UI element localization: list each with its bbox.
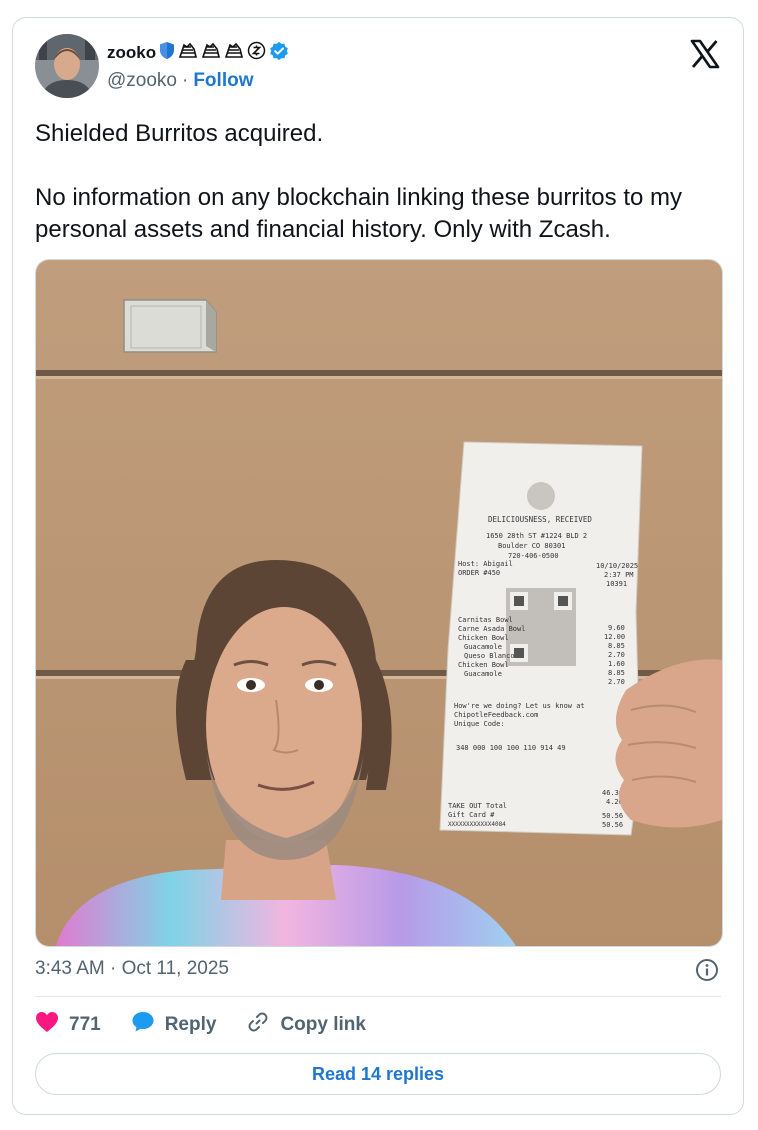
receipt-city: Boulder CO 80301 (498, 542, 565, 550)
avatar[interactable] (35, 34, 99, 98)
receipt-gift-number: XXXXXXXXXXXX4084 (448, 821, 506, 828)
reply-label: Reply (164, 1014, 217, 1035)
receipt-item-price: 2.70 (608, 678, 625, 686)
display-name[interactable]: zooko (107, 43, 156, 63)
photo-illustration: DELICIOUSNESS, RECEIVED 1650 28th ST #12… (36, 260, 722, 946)
receipt-order: ORDER #450 (458, 569, 500, 577)
heart-icon (35, 1011, 69, 1039)
tweet-line: Shielded Burritos acquired. (35, 120, 324, 147)
tweet-photo[interactable]: DELICIOUSNESS, RECEIVED 1650 28th ST #12… (35, 259, 723, 947)
divider (35, 996, 721, 997)
receipt-header: DELICIOUSNESS, RECEIVED (488, 515, 592, 524)
receipt-item-name: Chicken Bowl (458, 661, 509, 669)
follow-button[interactable]: Follow (193, 70, 253, 91)
zebra-emoji-icon (178, 41, 198, 66)
receipt-item-price: 8.85 (608, 669, 625, 677)
receipt-feedback-line: How're we doing? Let us know at (454, 702, 585, 710)
engagement-bar: 771 Reply Copy link (35, 1010, 396, 1040)
verified-badge-icon (269, 41, 289, 66)
receipt-item-name: Guacamole (464, 643, 502, 651)
receipt-address: 1650 28th ST #1224 BLD 2 (486, 532, 587, 540)
reply-button[interactable]: Reply (131, 1010, 217, 1040)
tweet-line: No information on any blockchain linking… (35, 184, 682, 243)
receipt-item-price: 1.60 (608, 660, 625, 668)
receipt-unique-code: 348 000 100 100 110 914 49 (456, 744, 566, 752)
like-button[interactable]: 771 (35, 1011, 101, 1039)
zcash-logo-icon (247, 41, 266, 65)
receipt-item-name: Queso Blanco (464, 652, 515, 660)
receipt-item-price: 12.00 (604, 633, 625, 641)
link-icon (246, 1010, 280, 1040)
tweet-timestamp[interactable]: 3:43 AM · Oct 11, 2025 (35, 958, 229, 980)
receipt-ticket: 10391 (606, 580, 627, 588)
x-logo-icon[interactable] (689, 38, 721, 70)
receipt-gift-label: Gift Card # (448, 811, 495, 819)
handle-row: @zooko · Follow (107, 70, 253, 92)
receipt-gift-amount: 50.56 (602, 821, 623, 829)
receipt-total: 50.56 (602, 812, 623, 820)
receipt-feedback-line: ChipotleFeedback.com (454, 711, 538, 719)
separator: · (182, 70, 189, 91)
receipt-date: 10/10/2025 (596, 562, 638, 570)
handle[interactable]: @zooko (107, 70, 177, 91)
zebra-emoji-icon (201, 41, 221, 66)
receipt-item-name: Chicken Bowl (458, 634, 509, 642)
shield-icon (159, 41, 175, 65)
copy-link-button[interactable]: Copy link (246, 1010, 366, 1040)
receipt-host: Host: Abigail (458, 560, 513, 568)
receipt-item-name: Guacamole (464, 670, 502, 678)
tweet-embed-card: zooko @zooko · Follow Shielded Burritos ac… (12, 17, 744, 1115)
receipt-time: 2:37 PM (604, 571, 634, 579)
receipt-item-name: Carnitas Bowl (458, 616, 513, 624)
tweet-text: Shielded Burritos acquired. No informati… (35, 118, 725, 246)
copy-link-label: Copy link (280, 1014, 366, 1035)
receipt-item-price: 8.85 (608, 642, 625, 650)
author-name-row[interactable]: zooko (107, 40, 289, 66)
speech-bubble-icon (131, 1010, 165, 1040)
zebra-emoji-icon (224, 41, 244, 66)
read-replies-button[interactable]: Read 14 replies (35, 1053, 721, 1095)
receipt-phone: 720-406-0500 (508, 552, 559, 560)
receipt-item-name: Carne Asada Bowl (458, 625, 525, 633)
receipt-item-price: 2.70 (608, 651, 625, 659)
receipt-item-price: 9.60 (608, 624, 625, 632)
like-count: 771 (69, 1014, 101, 1035)
receipt-feedback-line: Unique Code: (454, 720, 505, 728)
info-icon[interactable] (695, 958, 719, 982)
receipt-total-label: TAKE OUT Total (448, 802, 507, 810)
